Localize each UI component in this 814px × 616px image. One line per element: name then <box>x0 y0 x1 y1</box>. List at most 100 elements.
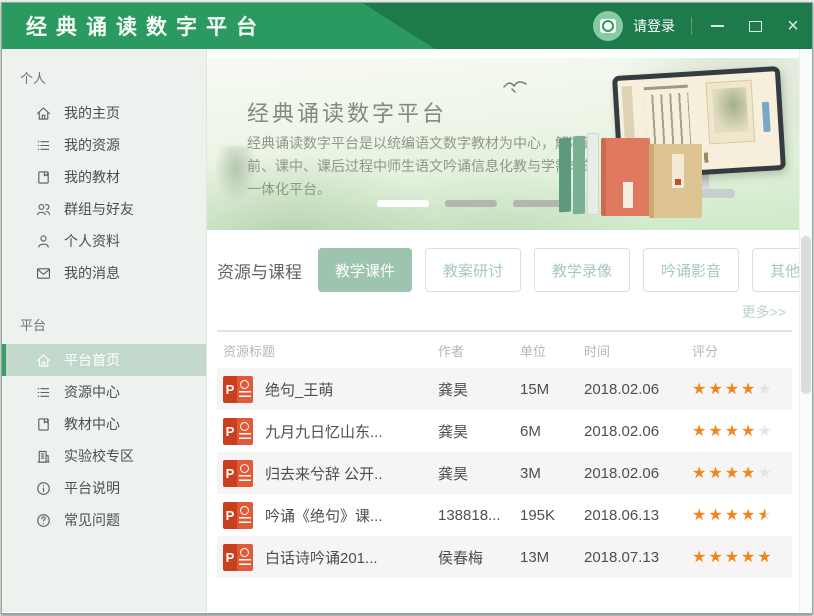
sidebar-item-label: 平台说明 <box>64 478 120 498</box>
hero-banner: 经典诵读数字平台 经典诵读数字平台是以统编语文数字教材为中心，解决课前、课中、课… <box>207 58 799 230</box>
scrollbar-thumb[interactable] <box>801 236 811 394</box>
section-title: 资源与课程 <box>217 258 302 283</box>
sidebar-item-my-home[interactable]: 我的主页 <box>2 97 206 129</box>
banner-description: 经典诵读数字平台是以统编语文数字教材为中心，解决课前、课中、课后过程中师生语文吟… <box>247 132 599 201</box>
titlebar-divider <box>691 17 692 35</box>
resource-date: 2018.06.13 <box>584 507 692 524</box>
carousel-dot-3[interactable] <box>513 200 565 207</box>
list-icon <box>35 137 52 154</box>
header-title: 资源标题 <box>217 341 438 360</box>
resource-rating: ★★★★★ <box>692 379 792 399</box>
title-bar: 经典诵读数字平台 请登录 × <box>2 3 812 49</box>
sidebar-item-label: 实验校专区 <box>64 446 134 466</box>
resource-title: 吟诵《绝句》课... <box>265 505 383 526</box>
mail-icon <box>35 265 52 282</box>
tab-teaching-video[interactable]: 教学录像 <box>534 248 630 292</box>
maximize-icon <box>749 21 762 32</box>
sidebar-item-profile[interactable]: 个人资料 <box>2 225 206 257</box>
carousel-dot-2[interactable] <box>445 200 497 207</box>
resource-title-cell: P 白话诗吟诵201... <box>217 544 438 571</box>
resource-rating: ★★★★★ <box>692 421 792 441</box>
resource-title: 绝句_王萌 <box>265 379 333 400</box>
resource-size: 15M <box>520 381 584 398</box>
info-icon <box>35 480 52 497</box>
resources-table: 资源标题 作者 单位 时间 评分 P 绝句_王萌 龚昊 15M 2018.02.… <box>217 332 792 578</box>
sidebar-item-label: 我的资源 <box>64 135 120 155</box>
sidebar-item-experimental-school[interactable]: 实验校专区 <box>2 440 206 472</box>
table-row[interactable]: P 归去来兮辞 公开.. 龚昊 3M 2018.02.06 ★★★★★ <box>217 452 792 494</box>
powerpoint-icon: P <box>223 376 253 403</box>
sidebar-item-resource-center[interactable]: 资源中心 <box>2 376 206 408</box>
app-window: 经典诵读数字平台 请登录 × 个人 我的主页 我的资源 <box>1 2 813 614</box>
sidebar-item-label: 我的主页 <box>64 103 120 123</box>
powerpoint-icon: P <box>223 418 253 445</box>
book-icon <box>35 169 52 186</box>
sidebar-item-my-messages[interactable]: 我的消息 <box>2 257 206 289</box>
user-avatar[interactable] <box>593 11 623 41</box>
resource-date: 2018.02.06 <box>584 423 692 440</box>
close-icon: × <box>787 16 799 36</box>
resource-size: 6M <box>520 423 584 440</box>
powerpoint-icon: P <box>223 502 253 529</box>
resource-author: 龚昊 <box>438 463 520 484</box>
resource-title: 归去来兮辞 公开.. <box>265 463 383 484</box>
resource-title-cell: P 绝句_王萌 <box>217 376 438 403</box>
login-button[interactable]: 请登录 <box>633 16 675 36</box>
sidebar-item-my-textbooks[interactable]: 我的教材 <box>2 161 206 193</box>
more-row: 更多>> <box>207 302 786 322</box>
sidebar-item-label: 教材中心 <box>64 414 120 434</box>
resource-author: 龚昊 <box>438 379 520 400</box>
sidebar-item-label: 常见问题 <box>64 510 120 530</box>
powerpoint-icon: P <box>223 460 253 487</box>
close-button[interactable]: × <box>774 3 812 49</box>
resource-date: 2018.02.06 <box>584 381 692 398</box>
resource-title-cell: P 归去来兮辞 公开.. <box>217 460 438 487</box>
sidebar-item-label: 平台首页 <box>64 350 120 370</box>
table-header: 资源标题 作者 单位 时间 评分 <box>217 332 792 368</box>
sidebar-item-label: 个人资料 <box>64 231 120 251</box>
more-link[interactable]: 更多>> <box>742 304 786 320</box>
sidebar-item-textbook-center[interactable]: 教材中心 <box>2 408 206 440</box>
carousel-dot-1[interactable] <box>377 200 429 207</box>
carousel-dots <box>377 200 565 207</box>
table-row[interactable]: P 绝句_王萌 龚昊 15M 2018.02.06 ★★★★★ <box>217 368 792 410</box>
book-spine <box>573 136 585 215</box>
sidebar-item-label: 我的教材 <box>64 167 120 187</box>
sidebar-item-faq[interactable]: 常见问题 <box>2 504 206 536</box>
resource-date: 2018.07.13 <box>584 549 692 566</box>
banner-title: 经典诵读数字平台 <box>247 96 447 128</box>
book-orange <box>601 138 650 216</box>
header-size: 单位 <box>520 341 584 360</box>
bird-icon <box>502 78 528 94</box>
tab-teaching-courseware[interactable]: 教学课件 <box>318 248 412 292</box>
table-row[interactable]: P 九月九日忆山东... 龚昊 6M 2018.02.06 ★★★★★ <box>217 410 792 452</box>
home-icon <box>35 105 52 122</box>
sidebar-item-label: 资源中心 <box>64 382 120 402</box>
main-panel: 经典诵读数字平台 经典诵读数字平台是以统编语文数字教材为中心，解决课前、课中、课… <box>207 49 812 612</box>
table-row[interactable]: P 吟诵《绝句》课... 138818... 195K 2018.06.13 ★… <box>217 494 792 536</box>
sidebar-item-my-resources[interactable]: 我的资源 <box>2 129 206 161</box>
resource-rating: ★★★★★ <box>692 463 792 483</box>
minimize-icon <box>711 25 724 27</box>
table-row[interactable]: P 白话诗吟诵201... 侯春梅 13M 2018.07.13 ★★★★★ <box>217 536 792 578</box>
resource-title-cell: P 九月九日忆山东... <box>217 418 438 445</box>
question-icon <box>35 512 52 529</box>
powerpoint-icon: P <box>223 544 253 571</box>
minimize-button[interactable] <box>698 3 736 49</box>
resource-author: 138818... <box>438 507 520 524</box>
sidebar-item-platform-info[interactable]: 平台说明 <box>2 472 206 504</box>
header-rating: 评分 <box>692 341 792 360</box>
sidebar-item-platform-home[interactable]: 平台首页 <box>2 344 206 376</box>
resource-rating: ★★★★★ <box>692 547 792 567</box>
home-icon <box>35 352 52 369</box>
maximize-button[interactable] <box>736 3 774 49</box>
resource-title: 九月九日忆山东... <box>265 421 383 442</box>
sidebar-item-groups-friends[interactable]: 群组与好友 <box>2 193 206 225</box>
resource-size: 195K <box>520 507 584 524</box>
book-spine <box>587 133 599 215</box>
header-time: 时间 <box>584 341 692 360</box>
tab-lesson-plan-discussion[interactable]: 教案研讨 <box>425 248 521 292</box>
tab-chanting-media[interactable]: 吟诵影音 <box>643 248 739 292</box>
vertical-scrollbar[interactable] <box>799 49 812 612</box>
building-icon <box>35 448 52 465</box>
